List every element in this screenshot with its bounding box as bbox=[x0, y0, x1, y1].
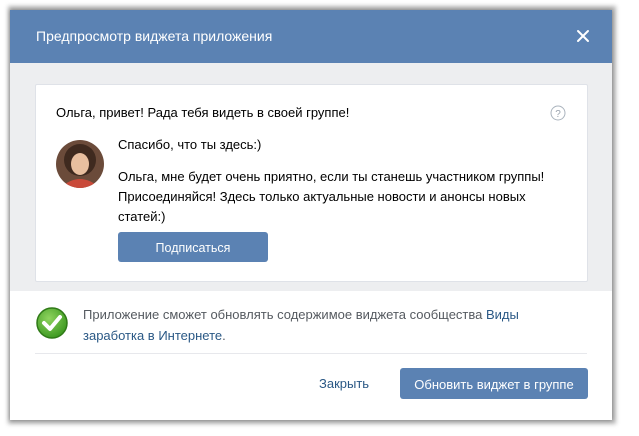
widget-text-line1: Спасибо, что ты здесь:) bbox=[118, 137, 262, 152]
widget-preview-dialog: Предпросмотр виджета приложения Ольга, п… bbox=[10, 10, 612, 420]
update-widget-button[interactable]: Обновить виджет в группе bbox=[400, 368, 588, 399]
notice-suffix: . bbox=[222, 328, 226, 343]
notice-text-body: Приложение сможет обновлять содержимое в… bbox=[83, 307, 486, 322]
close-icon[interactable] bbox=[570, 23, 596, 49]
close-button[interactable]: Закрыть bbox=[319, 376, 369, 391]
widget-text: Спасибо, что ты здесь:) Ольга, мне будет… bbox=[118, 135, 558, 239]
help-icon[interactable]: ? bbox=[550, 105, 566, 121]
dialog-title: Предпросмотр виджета приложения bbox=[36, 28, 273, 44]
widget-text-line2: Ольга, мне будет очень приятно, если ты … bbox=[118, 169, 545, 224]
widget-title: Ольга, привет! Рада тебя видеть в своей … bbox=[56, 105, 350, 120]
divider bbox=[35, 353, 587, 354]
notice-text: Приложение сможет обновлять содержимое в… bbox=[83, 304, 583, 346]
avatar bbox=[56, 140, 104, 188]
svg-text:?: ? bbox=[555, 109, 561, 120]
check-icon bbox=[35, 306, 69, 340]
preview-area: Ольга, привет! Рада тебя видеть в своей … bbox=[10, 63, 612, 291]
subscribe-button[interactable]: Подписаться bbox=[118, 232, 268, 262]
dialog-header: Предпросмотр виджета приложения bbox=[10, 10, 612, 63]
widget-card: Ольга, привет! Рада тебя видеть в своей … bbox=[35, 84, 588, 282]
